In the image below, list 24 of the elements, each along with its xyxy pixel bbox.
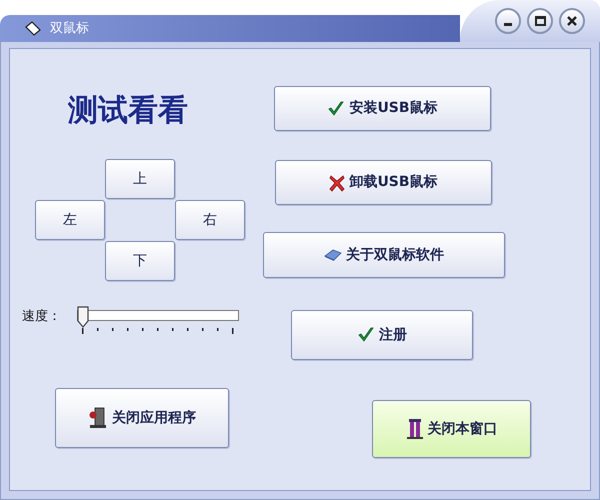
minimize-button[interactable] [495,8,521,34]
door-icon [88,407,108,429]
check-icon [357,326,375,344]
slider-thumb[interactable] [77,306,89,328]
maximize-button[interactable] [527,8,553,34]
action-button[interactable]: 注册 [291,310,473,360]
direction-button[interactable]: 右 [175,200,245,240]
check-icon [327,100,346,118]
direction-button[interactable]: 上 [105,159,175,199]
heading: 测试看看 [68,92,189,130]
close-app-button[interactable]: 关闭应用程序 [55,388,229,448]
direction-button[interactable]: 下 [105,241,175,281]
door-figure-icon [406,418,424,440]
action-button[interactable]: 卸载USB鼠标 [275,160,492,205]
close-button[interactable] [559,8,585,34]
speed-slider[interactable] [77,306,239,328]
window-title: 双鼠标 [50,20,89,38]
action-button[interactable]: 关闭本窗口 [372,400,531,458]
direction-button[interactable]: 左 [35,200,105,240]
action-button[interactable]: 安装USB鼠标 [274,86,491,131]
cross-icon [329,174,346,192]
speed-label: 速度： [22,308,61,326]
close-icon [566,15,578,27]
action-button[interactable]: 关于双鼠标软件 [263,232,505,278]
